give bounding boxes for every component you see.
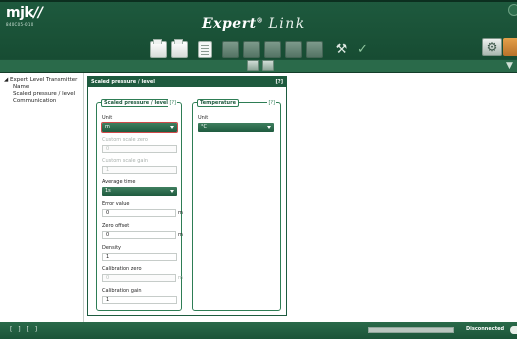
tree-item-communication[interactable]: Communication	[13, 98, 56, 104]
chevron-down-icon	[170, 190, 174, 193]
panel-title: Scaled pressure / level	[91, 79, 155, 85]
wrench-icon[interactable]: ⚒	[333, 41, 350, 58]
connection-progress-bar	[368, 327, 454, 333]
main-toolbar: ⚒ ✓	[150, 36, 371, 58]
zero-offset-input[interactable]: 0	[102, 231, 176, 239]
window-control-icon[interactable]	[508, 4, 517, 16]
panel-header: Scaled pressure / level [?]	[88, 77, 286, 87]
calibration-gain-input[interactable]: 1	[102, 296, 177, 304]
export-icon[interactable]	[503, 38, 517, 56]
density-input[interactable]: 1	[102, 253, 177, 261]
temperature-unit-label: Unit	[198, 115, 209, 121]
settings-gear-icon[interactable]: ⚙	[482, 38, 502, 56]
chevron-down-icon	[267, 126, 271, 129]
trend-icon[interactable]	[264, 41, 281, 58]
save-folder-icon[interactable]	[171, 39, 188, 58]
tree-item-name[interactable]: Name	[13, 84, 29, 90]
check-icon[interactable]: ✓	[354, 41, 371, 58]
open-folder-icon[interactable]	[150, 39, 167, 58]
custom-scale-gain-label: Custom scale gain	[102, 158, 149, 164]
status-bar: [ ] [ ] Disconnected	[0, 322, 517, 339]
connection-led-icon	[510, 326, 517, 334]
tree-root-label: Expert Level Transmitter	[9, 77, 78, 83]
scaled-group-title: Scaled pressure / level	[101, 99, 171, 107]
chevron-down-icon	[170, 126, 174, 129]
temperature-group-title: Temperature	[197, 99, 239, 107]
registered-mark: ®	[256, 17, 264, 25]
calibration-gain-label: Calibration gain	[102, 288, 142, 294]
signal-icon[interactable]	[243, 41, 260, 58]
calibration-zero-input[interactable]: 0	[102, 274, 176, 282]
app-title-link: Link	[268, 16, 306, 32]
calibration-zero-unit: m	[178, 275, 183, 281]
temperature-unit-value: °C	[201, 124, 207, 130]
zero-offset-unit: m	[178, 232, 183, 238]
scaled-pressure-panel: Scaled pressure / level [?] Scaled press…	[87, 76, 287, 316]
error-value-unit: m	[178, 210, 183, 216]
average-time-select[interactable]: 1s	[102, 187, 177, 196]
download-icon[interactable]	[262, 60, 274, 71]
unit-label: Unit	[102, 115, 113, 121]
custom-scale-zero-input[interactable]: 0	[102, 145, 177, 153]
error-value-input[interactable]: 0	[102, 209, 176, 217]
sub-toolbar-icons	[247, 60, 274, 71]
mjk-logo: mjk//	[6, 5, 43, 21]
custom-scale-gain-input[interactable]: 1	[102, 166, 177, 174]
upload-icon[interactable]	[247, 60, 259, 71]
app-title: Expert® Link	[202, 16, 306, 32]
temperature-group: Temperature [?] Unit °C	[192, 99, 281, 311]
tree-root[interactable]: ◢ Expert Level Transmitter	[4, 77, 77, 83]
panel-help-button[interactable]: [?]	[276, 77, 283, 87]
config-icon[interactable]	[306, 41, 323, 58]
connection-status: Disconnected	[466, 326, 505, 332]
scaled-pressure-group: Scaled pressure / level [?] Unit m Custo…	[96, 99, 183, 311]
header-top-stripe	[0, 0, 517, 2]
density-label: Density	[102, 245, 122, 251]
tree-item-scaled-pressure-level[interactable]: Scaled pressure / level	[13, 91, 75, 97]
chart-icon[interactable]	[222, 41, 239, 58]
status-indicators: [ ] [ ]	[10, 326, 40, 333]
temperature-group-help-button[interactable]: [?]	[267, 99, 276, 107]
device-tree: ◢ Expert Level Transmitter Name Scaled p…	[0, 73, 84, 322]
calibration-zero-label: Calibration zero	[102, 266, 142, 272]
unit-select-value: m	[105, 124, 110, 130]
zero-offset-label: Zero offset	[102, 223, 130, 229]
average-time-label: Average time	[102, 179, 136, 185]
app-title-main: Expert	[202, 16, 257, 32]
average-time-value: 1s	[105, 188, 111, 194]
error-value-label: Error value	[102, 201, 130, 207]
document-icon[interactable]	[198, 41, 212, 58]
custom-scale-zero-label: Custom scale zero	[102, 137, 148, 143]
app-header: mjk// 840C05-010 Expert® Link ⚒ ✓ ⚙	[0, 0, 517, 67]
unit-select[interactable]: m	[102, 123, 177, 132]
device-icon[interactable]	[285, 41, 302, 58]
temperature-unit-select[interactable]: °C	[198, 123, 274, 132]
logo-subtitle: 840C05-010	[6, 22, 34, 27]
scaled-group-help-button[interactable]: [?]	[168, 99, 177, 107]
collapse-icon[interactable]: ▼	[506, 61, 517, 71]
